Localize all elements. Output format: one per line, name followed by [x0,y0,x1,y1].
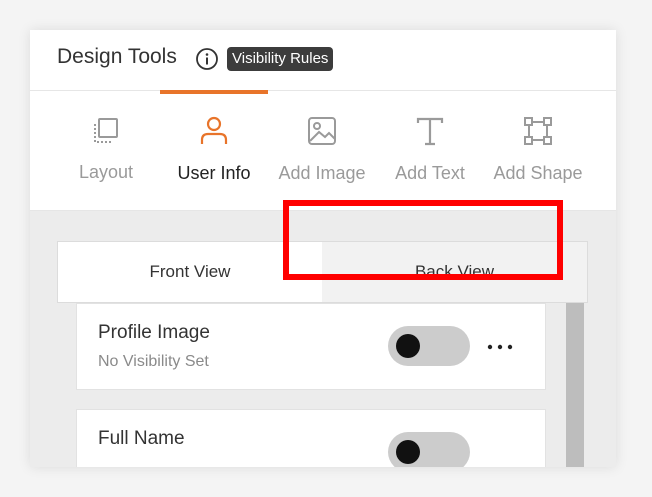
tab-user-info-label: User Info [177,163,251,183]
image-icon [308,117,336,145]
text-icon [416,117,444,146]
tab-add-image[interactable]: Add Image [268,90,376,210]
scrollbar[interactable] [566,303,584,467]
design-tools-panel: Design Tools Visibility Rules Layout Use… [30,30,616,467]
field-card-full-name: Full Name [76,409,546,467]
more-options-icon[interactable] [485,338,515,356]
tab-layout[interactable]: Layout [52,90,160,210]
panel-header: Design Tools Visibility Rules [30,30,616,91]
tab-add-image-label: Add Image [278,163,366,183]
field-card-profile-image: Profile Image No Visibility Set [76,303,546,390]
field-visibility-status: No Visibility Set [98,353,209,370]
visibility-rules-badge: Visibility Rules [227,47,334,71]
scrollbar-thumb[interactable] [566,303,584,467]
field-list: Profile Image No Visibility Set Full Nam… [30,303,616,467]
tab-user-info[interactable]: User Info [160,90,268,210]
user-icon [200,116,228,144]
tab-add-shape-label: Add Shape [493,163,583,183]
layout-icon [94,118,118,143]
toggle-knob [396,440,420,464]
tool-tabs: Layout User Info Add Image Add Text Add … [30,90,616,211]
view-tabs: Front View Back View [57,241,588,303]
tab-add-text[interactable]: Add Text [376,90,484,210]
shape-icon [524,117,552,145]
field-name: Profile Image [98,322,210,343]
tab-back-view[interactable]: Back View [322,242,587,302]
tab-add-shape[interactable]: Add Shape [484,90,592,210]
tab-layout-label: Layout [78,162,134,182]
content-area: Front View Back View Profile Image No Vi… [30,211,616,467]
info-circle-icon[interactable] [195,47,219,71]
visibility-toggle[interactable] [388,432,470,467]
tab-add-text-label: Add Text [395,163,465,183]
panel-title: Design Tools [57,45,177,68]
toggle-knob [396,334,420,358]
visibility-toggle[interactable] [388,326,470,366]
field-name: Full Name [98,428,185,449]
tab-front-view[interactable]: Front View [58,242,322,302]
